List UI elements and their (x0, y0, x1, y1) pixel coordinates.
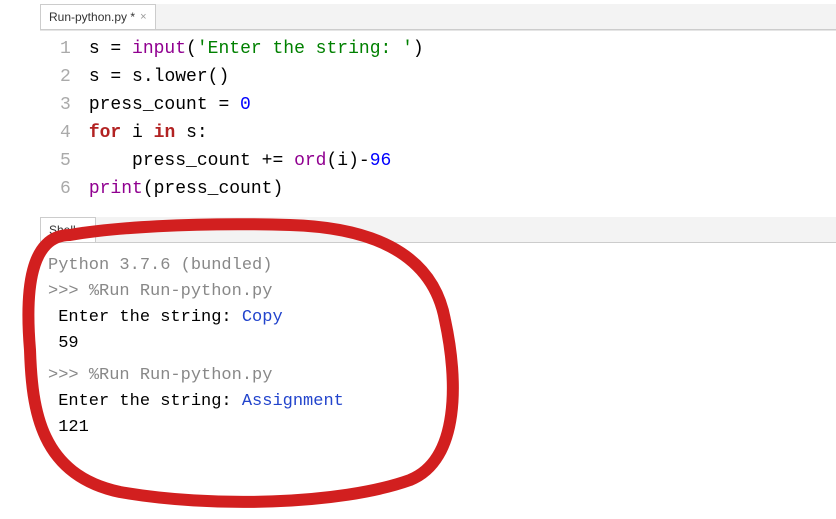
shell-io-line: Enter the string: Assignment (48, 389, 828, 415)
shell-result-line: 121 (48, 415, 828, 441)
code-line: press_count = 0 (89, 91, 424, 119)
close-icon[interactable]: × (81, 224, 87, 236)
shell-output[interactable]: Python 3.7.6 (bundled)>>> %Run Run-pytho… (40, 243, 836, 451)
code-line: s = input('Enter the string: ') (89, 35, 424, 63)
close-icon[interactable]: × (140, 11, 146, 23)
shell-tab-bar: Shell × (40, 217, 836, 243)
shell-pane: Shell × Python 3.7.6 (bundled)>>> %Run R… (40, 217, 836, 451)
line-number: 6 (60, 175, 71, 203)
shell-io-line: Enter the string: Copy (48, 305, 828, 331)
code-line: print(press_count) (89, 175, 424, 203)
shell-command-line: >>> %Run Run-python.py (48, 279, 828, 305)
editor-tab[interactable]: Run-python.py * × (40, 4, 156, 29)
line-gutter: 1 2 3 4 5 6 (40, 31, 81, 207)
code-text[interactable]: s = input('Enter the string: ')s = s.low… (81, 31, 432, 207)
code-line: press_count += ord(i)-96 (89, 147, 424, 175)
shell-result-line: 59 (48, 331, 828, 357)
editor-pane: Run-python.py * × 1 2 3 4 5 6 s = input(… (40, 4, 836, 207)
shell-tab[interactable]: Shell × (40, 217, 96, 242)
code-area[interactable]: 1 2 3 4 5 6 s = input('Enter the string:… (40, 30, 836, 207)
line-number: 4 (60, 119, 71, 147)
editor-tab-title: Run-python.py * (49, 10, 135, 24)
line-number: 5 (60, 147, 71, 175)
shell-tab-title: Shell (49, 223, 76, 237)
shell-command-line: >>> %Run Run-python.py (48, 363, 828, 389)
line-number: 2 (60, 63, 71, 91)
code-line: for i in s: (89, 119, 424, 147)
line-number: 3 (60, 91, 71, 119)
python-version: Python 3.7.6 (bundled) (48, 253, 828, 279)
line-number: 1 (60, 35, 71, 63)
code-line: s = s.lower() (89, 63, 424, 91)
editor-tab-bar: Run-python.py * × (40, 4, 836, 30)
